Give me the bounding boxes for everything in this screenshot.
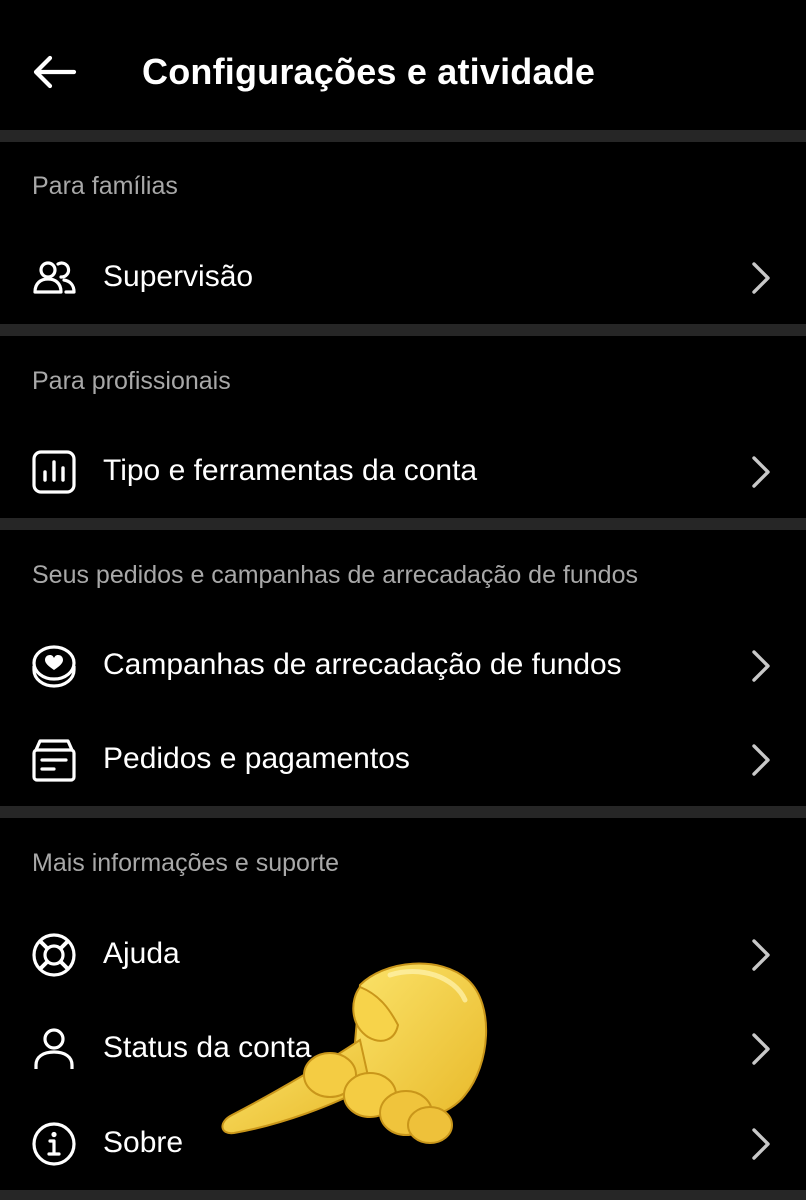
info-icon	[30, 1120, 78, 1168]
menu-item-label: Status da conta	[103, 1031, 312, 1064]
chevron-right-icon	[746, 258, 774, 298]
section-divider	[0, 806, 806, 818]
menu-item-label: Campanhas de arrecadação de fundos	[103, 648, 622, 681]
chevron-right-icon	[746, 1029, 774, 1069]
menu-item-tipo-ferramentas[interactable]: Tipo e ferramentas da conta	[0, 424, 806, 518]
menu-item-label: Tipo e ferramentas da conta	[103, 454, 478, 487]
menu-item-label: Sobre	[103, 1126, 184, 1159]
menu-item-pedidos-pagamentos[interactable]: Pedidos e pagamentos	[0, 712, 806, 806]
back-button[interactable]	[20, 44, 88, 100]
bar-chart-icon	[30, 448, 78, 496]
section-header-orders-fundraisers: Seus pedidos e campanhas de arrecadação …	[32, 561, 638, 589]
section-divider	[0, 1190, 806, 1200]
section-divider	[0, 518, 806, 530]
chevron-right-icon	[746, 1124, 774, 1164]
page-title: Configurações e atividade	[142, 51, 596, 92]
person-icon	[30, 1025, 78, 1073]
arrow-left-icon	[33, 55, 77, 89]
section-header-info-support: Mais informações e suporte	[32, 849, 340, 877]
menu-item-campanhas[interactable]: Campanhas de arrecadação de fundos	[0, 618, 806, 712]
section-divider	[0, 324, 806, 336]
chevron-right-icon	[746, 935, 774, 975]
menu-item-supervisao[interactable]: Supervisão	[0, 230, 806, 324]
section-divider	[0, 130, 806, 142]
receipt-icon	[30, 736, 78, 784]
people-icon	[30, 254, 78, 302]
heart-coin-icon	[30, 642, 78, 690]
menu-item-label: Ajuda	[103, 937, 180, 970]
menu-item-label: Pedidos e pagamentos	[103, 742, 410, 775]
chevron-right-icon	[746, 740, 774, 780]
section-header-professionals: Para profissionais	[32, 367, 231, 395]
section-header-families: Para famílias	[32, 172, 178, 200]
menu-item-sobre[interactable]: Sobre	[0, 1096, 806, 1190]
top-app-bar: Configurações e atividade	[0, 0, 806, 130]
menu-item-ajuda[interactable]: Ajuda	[0, 907, 806, 1001]
menu-item-label: Supervisão	[103, 260, 254, 293]
chevron-right-icon	[746, 646, 774, 686]
menu-item-status-conta[interactable]: Status da conta	[0, 1001, 806, 1095]
chevron-right-icon	[746, 452, 774, 492]
lifebuoy-icon	[30, 931, 78, 979]
